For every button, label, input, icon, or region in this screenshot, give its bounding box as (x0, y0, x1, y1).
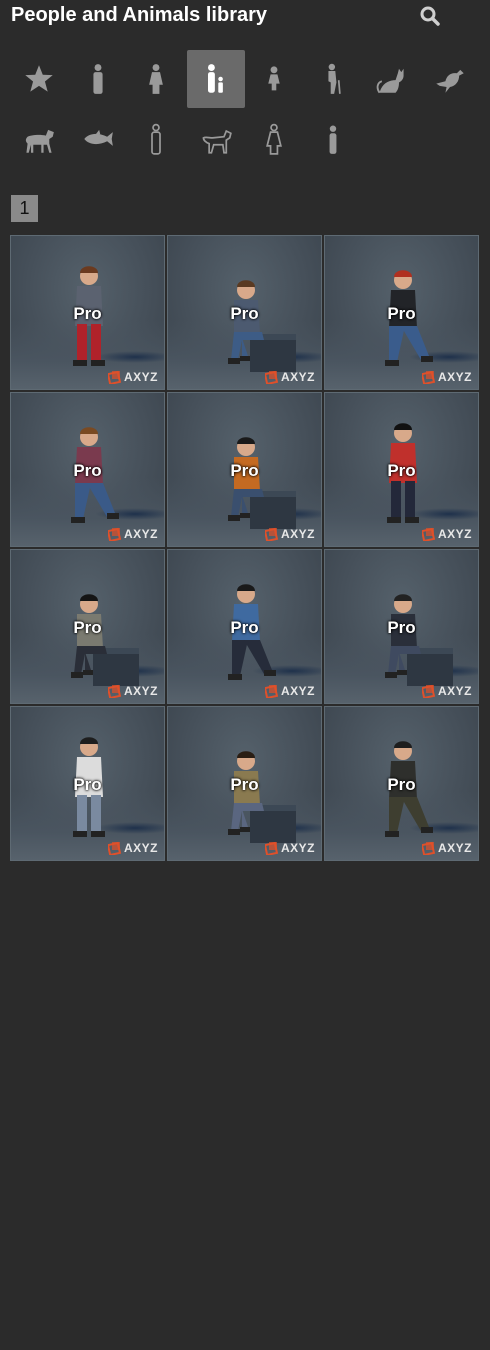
man-icon (92, 64, 103, 94)
woman-outline-icon (266, 123, 282, 155)
category-fish[interactable] (69, 110, 127, 168)
brand-logo: AXYZ (421, 684, 472, 698)
brand-text: AXYZ (123, 684, 158, 698)
pro-badge: Pro (230, 618, 259, 637)
brand-logo: AXYZ (264, 527, 315, 541)
category-favorites[interactable] (10, 50, 68, 108)
brand-text: AXYZ (437, 841, 472, 855)
brand-text: AXYZ (123, 841, 158, 855)
asset-tile[interactable]: Pro AXYZ (10, 706, 165, 861)
axyz-logo-icon (264, 684, 279, 698)
star-icon (25, 65, 53, 92)
person-small-icon (329, 125, 337, 154)
asset-tile[interactable]: Pro AXYZ (324, 392, 479, 547)
pro-badge: Pro (230, 461, 259, 480)
asset-grid: Pro AXYZ Pro AXYZ Pro AXYZ Pro AXYZ Pro … (10, 235, 482, 861)
fish-icon (83, 129, 113, 146)
dog-icon (202, 129, 232, 154)
asset-tile[interactable]: Pro AXYZ (10, 235, 165, 390)
axyz-logo-icon (421, 370, 436, 384)
category-man-outline[interactable] (127, 110, 185, 168)
brand-text: AXYZ (437, 370, 472, 384)
header: People and Animals library (0, 0, 490, 32)
axyz-logo-icon (264, 527, 279, 541)
brand-text: AXYZ (280, 527, 315, 541)
category-horses[interactable] (10, 110, 68, 168)
brand-text: AXYZ (280, 841, 315, 855)
search-icon (420, 6, 440, 26)
pro-badge: Pro (73, 461, 102, 480)
pro-badge: Pro (230, 775, 259, 794)
axyz-logo-icon (107, 684, 122, 698)
brand-logo: AXYZ (264, 370, 315, 384)
asset-tile[interactable]: Pro AXYZ (10, 549, 165, 704)
brand-logo: AXYZ (107, 527, 158, 541)
pro-badge: Pro (387, 304, 416, 323)
axyz-logo-icon (264, 841, 279, 855)
pro-badge: Pro (387, 775, 416, 794)
category-elderly[interactable] (304, 50, 362, 108)
axyz-logo-icon (107, 841, 122, 855)
category-dogs[interactable] (187, 110, 245, 168)
axyz-logo-icon (421, 527, 436, 541)
axyz-logo-icon (421, 684, 436, 698)
brand-logo: AXYZ (264, 841, 315, 855)
brand-logo: AXYZ (421, 527, 472, 541)
brand-text: AXYZ (280, 684, 315, 698)
pro-badge: Pro (73, 775, 102, 794)
asset-tile[interactable]: Pro AXYZ (324, 549, 479, 704)
horse-icon (25, 129, 54, 153)
brand-logo: AXYZ (107, 841, 158, 855)
category-men[interactable] (69, 50, 127, 108)
man-outline-icon (151, 123, 161, 155)
axyz-logo-icon (421, 841, 436, 855)
asset-tile[interactable]: Pro AXYZ (167, 706, 322, 861)
asset-tile[interactable]: Pro AXYZ (167, 549, 322, 704)
brand-logo: AXYZ (107, 370, 158, 384)
elderly-icon (328, 63, 341, 94)
bird-icon (436, 69, 464, 93)
axyz-logo-icon (264, 370, 279, 384)
search-button[interactable] (417, 3, 443, 29)
page-title: People and Animals library (11, 4, 268, 26)
brand-logo: AXYZ (264, 684, 315, 698)
asset-tile[interactable]: Pro AXYZ (324, 235, 479, 390)
pro-badge: Pro (387, 618, 416, 637)
brand-text: AXYZ (437, 684, 472, 698)
woman-icon (149, 64, 163, 94)
brand-text: AXYZ (437, 527, 472, 541)
cat-icon (376, 68, 404, 94)
child-icon (208, 64, 223, 93)
brand-text: AXYZ (280, 370, 315, 384)
brand-logo: AXYZ (421, 841, 472, 855)
category-women[interactable] (127, 50, 185, 108)
girl-icon (268, 66, 280, 91)
asset-tile[interactable]: Pro AXYZ (167, 235, 322, 390)
brand-logo: AXYZ (421, 370, 472, 384)
category-children[interactable] (187, 50, 245, 108)
axyz-logo-icon (107, 370, 122, 384)
pro-badge: Pro (73, 618, 102, 637)
brand-logo: AXYZ (107, 684, 158, 698)
asset-tile[interactable]: Pro AXYZ (10, 392, 165, 547)
asset-tile[interactable]: Pro AXYZ (167, 392, 322, 547)
category-cats[interactable] (362, 50, 420, 108)
pro-badge: Pro (230, 304, 259, 323)
category-person-small[interactable] (304, 110, 362, 168)
asset-tile[interactable]: Pro AXYZ (324, 706, 479, 861)
category-woman-outline[interactable] (245, 110, 303, 168)
brand-text: AXYZ (123, 370, 158, 384)
pro-badge: Pro (73, 304, 102, 323)
brand-text: AXYZ (123, 527, 158, 541)
category-birds[interactable] (421, 50, 479, 108)
pro-badge: Pro (387, 461, 416, 480)
category-girls[interactable] (245, 50, 303, 108)
axyz-logo-icon (107, 527, 122, 541)
page-number-button[interactable]: 1 (11, 195, 38, 222)
